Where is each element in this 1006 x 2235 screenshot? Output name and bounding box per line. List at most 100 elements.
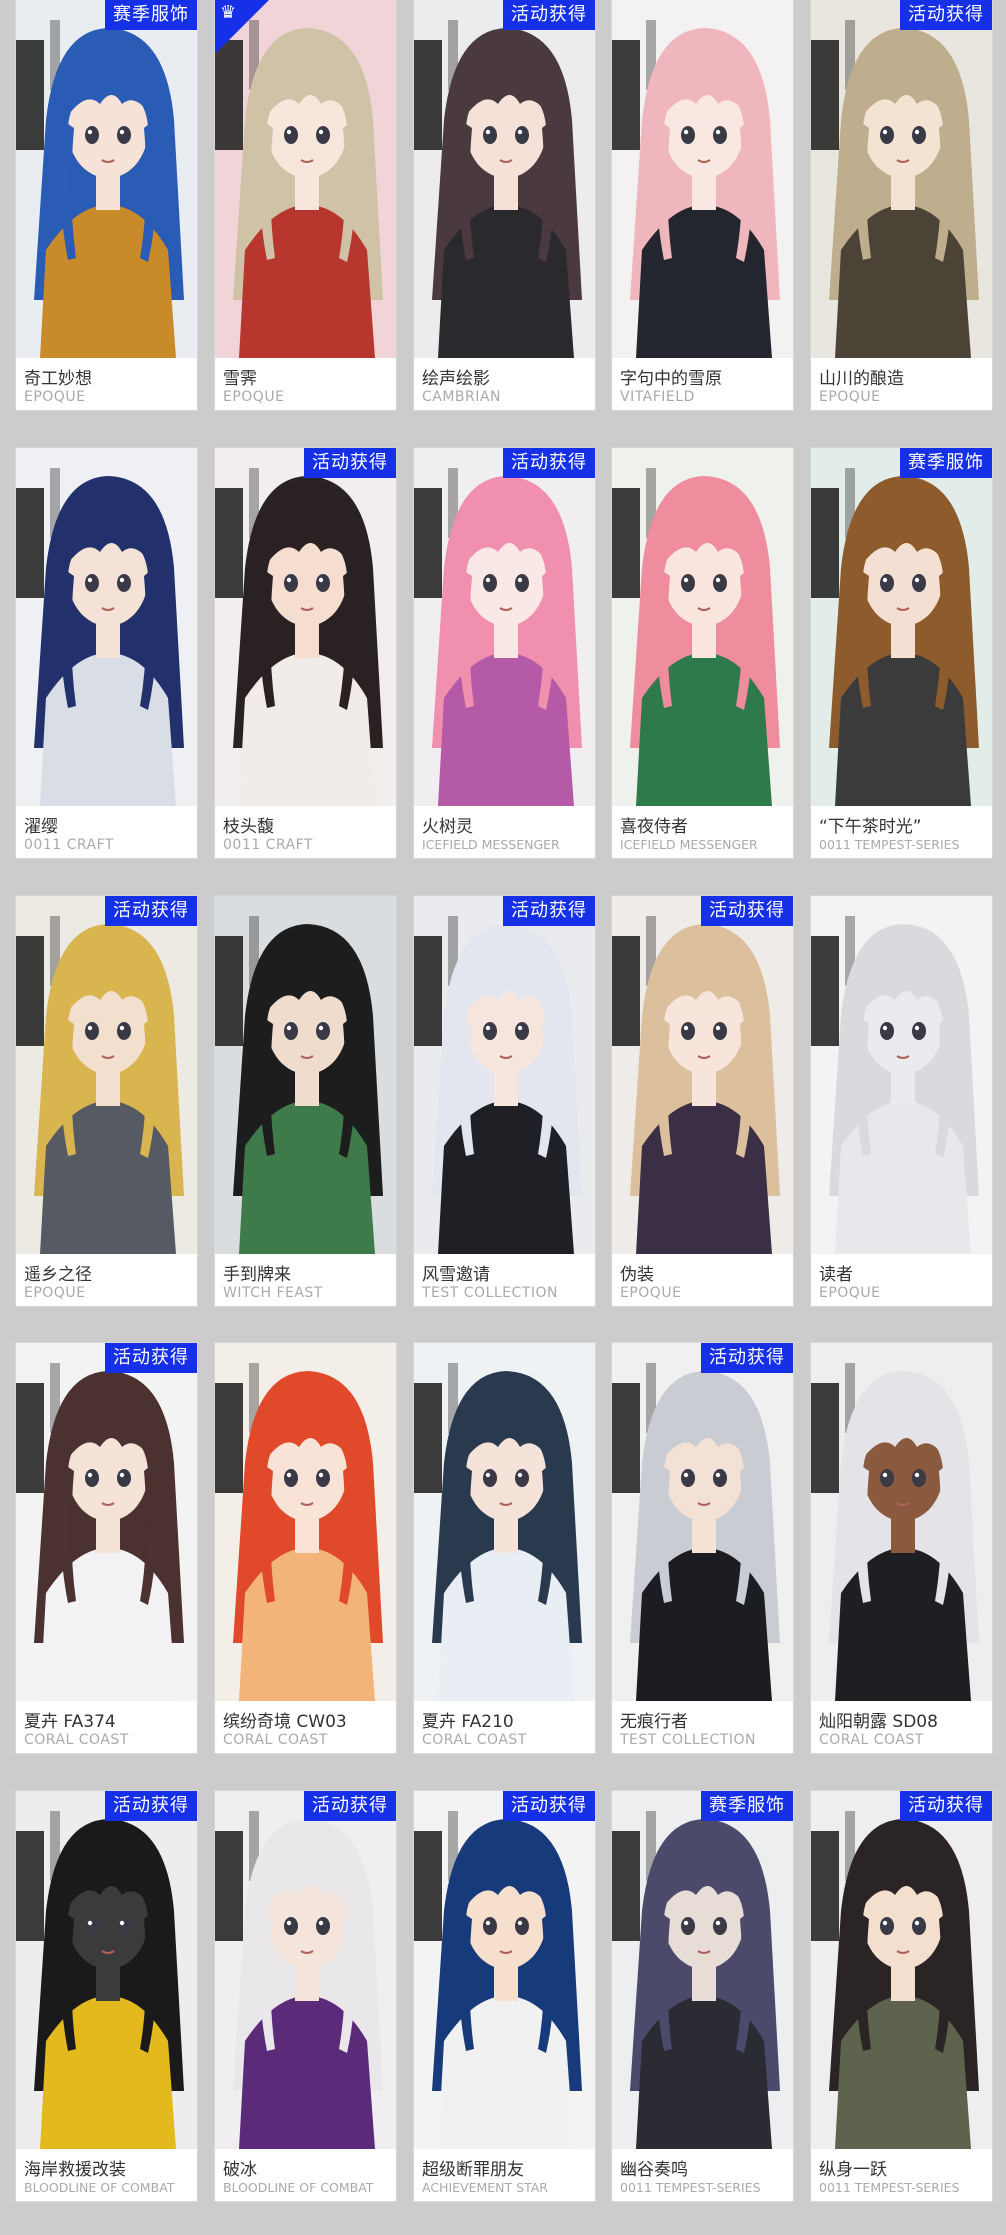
skin-name: 遥乡之径 [24, 1265, 92, 1285]
skin-card[interactable]: 濯缨 0011 CRAFT [16, 448, 197, 858]
skin-name: 枝头馥 [223, 817, 274, 837]
source-badge: 活动获得 [503, 448, 595, 478]
skin-series-label: 0011 TEMPEST-SERIES [819, 837, 960, 852]
character-portrait [612, 0, 793, 358]
skin-card[interactable]: 活动获得无痕行者 TEST COLLECTION [612, 1343, 793, 1753]
skin-name: “下午茶时光” [819, 817, 922, 837]
skin-artwork-image [16, 0, 197, 358]
skin-series-label: EPOQUE [620, 1285, 682, 1301]
skin-card[interactable]: 活动获得 纵身一跃 0011 TEMPEST-SERIES [811, 1791, 992, 2201]
source-badge: 活动获得 [900, 1791, 992, 1821]
skin-card[interactable]: 读者 EPOQUE [811, 896, 992, 1306]
skin-card[interactable]: 字句中的雪原 VITAFIELD [612, 0, 793, 410]
skin-card[interactable]: 活动获得枝头馥 0011 CRAFT [215, 448, 396, 858]
skin-name: 伪装 [620, 1265, 654, 1285]
character-portrait [811, 1791, 992, 2149]
skin-name: 字句中的雪原 [620, 369, 722, 389]
character-portrait [811, 1343, 992, 1701]
skin-series-label: 0011 CRAFT [24, 837, 114, 853]
character-portrait [215, 448, 396, 806]
source-badge: 活动获得 [105, 1343, 197, 1373]
skin-series-label: EPOQUE [819, 389, 881, 405]
skin-card[interactable]: 赛季服饰 奇工妙想 EPOQUE [16, 0, 197, 410]
skin-name: 破冰 [223, 2160, 257, 2180]
source-badge: 赛季服饰 [900, 448, 992, 478]
skin-name: 火树灵 [422, 817, 473, 837]
skin-name: 绘声绘影 [422, 369, 490, 389]
crown-icon: ♛ [220, 2, 237, 23]
skin-card[interactable]: 活动获得 绘声绘影 CAMBRIAN [414, 0, 595, 410]
character-portrait [612, 448, 793, 806]
skin-name: 夏卉 FA374 [24, 1712, 116, 1732]
skin-card[interactable]: 缤纷奇境 CW03 CORAL COAST [215, 1343, 396, 1753]
character-portrait [16, 1791, 197, 2149]
skin-name: 海岸救援改装 [24, 2160, 126, 2180]
skin-series-label: EPOQUE [819, 1285, 881, 1301]
skin-card[interactable]: 活动获得夏卉 FA374 CORAL COAST [16, 1343, 197, 1753]
skin-artwork-image [612, 1343, 793, 1701]
skin-card[interactable]: 活动获得 伪装 EPOQUE [612, 896, 793, 1306]
skin-series-label: EPOQUE [24, 389, 86, 405]
skin-name: 无痕行者 [620, 1712, 688, 1732]
skin-artwork-image [16, 1343, 197, 1701]
skin-artwork-image [215, 448, 396, 806]
skin-name: 濯缨 [24, 817, 58, 837]
skin-name: 读者 [819, 1265, 853, 1285]
character-portrait [612, 896, 793, 1254]
skin-artwork-image [811, 1343, 992, 1701]
character-portrait [414, 1343, 595, 1701]
character-portrait [811, 0, 992, 358]
character-portrait [16, 1343, 197, 1701]
skin-artwork-image [414, 896, 595, 1254]
character-portrait [215, 1343, 396, 1701]
skin-series-label: CORAL COAST [819, 1732, 924, 1748]
character-portrait [811, 448, 992, 806]
source-badge: 活动获得 [701, 1343, 793, 1373]
skin-card[interactable]: 赛季服饰 幽谷奏鸣 0011 TEMPEST-SERIES [612, 1791, 793, 2201]
skin-artwork-image [811, 1791, 992, 2149]
skin-name: 幽谷奏鸣 [620, 2160, 688, 2180]
skin-card[interactable]: 活动获得 火树灵 ICEFIELD MESSENGER [414, 448, 595, 858]
skin-card[interactable]: ♛ 雪霁 EPOQUE [215, 0, 396, 410]
skin-artwork-image [16, 448, 197, 806]
character-portrait [811, 896, 992, 1254]
skin-card[interactable]: 夏卉 FA210 CORAL COAST [414, 1343, 595, 1753]
skin-artwork-image [16, 896, 197, 1254]
character-portrait [612, 1343, 793, 1701]
skin-series-label: TEST COLLECTION [620, 1732, 756, 1748]
source-badge: 活动获得 [900, 0, 992, 30]
skin-name: 雪霁 [223, 369, 257, 389]
character-portrait [414, 1791, 595, 2149]
skin-card[interactable]: 手到牌来 WITCH FEAST [215, 896, 396, 1306]
skin-card[interactable]: 活动获得 山川的酿造 EPOQUE [811, 0, 992, 410]
skin-card[interactable]: 赛季服饰 “下午茶时光” 0011 TEMPEST-SERIES [811, 448, 992, 858]
skin-artwork-image [215, 896, 396, 1254]
skin-card[interactable]: 灿阳朝露 SD08 CORAL COAST [811, 1343, 992, 1753]
character-portrait [16, 896, 197, 1254]
skin-card[interactable]: 活动获得 破冰 BLOODLINE OF COMBAT [215, 1791, 396, 2201]
skin-artwork-image [612, 448, 793, 806]
source-badge: 活动获得 [503, 0, 595, 30]
skin-series-label: CORAL COAST [24, 1732, 129, 1748]
skin-series-label: ICEFIELD MESSENGER [620, 837, 758, 852]
source-badge: 活动获得 [105, 896, 197, 926]
skin-series-label: 0011 CRAFT [223, 837, 313, 853]
skin-card[interactable]: 喜夜侍者 ICEFIELD MESSENGER [612, 448, 793, 858]
skin-series-label: CORAL COAST [422, 1732, 527, 1748]
character-portrait [215, 896, 396, 1254]
skin-name: 喜夜侍者 [620, 817, 688, 837]
skin-card[interactable]: 活动获得 遥乡之径 EPOQUE [16, 896, 197, 1306]
skin-series-label: VITAFIELD [620, 389, 695, 405]
skin-artwork-image [811, 448, 992, 806]
source-badge: 活动获得 [105, 1791, 197, 1821]
skin-card[interactable]: 活动获得 风雪邀请 TEST COLLECTION [414, 896, 595, 1306]
character-portrait [612, 1791, 793, 2149]
source-badge: 活动获得 [304, 448, 396, 478]
character-portrait [16, 448, 197, 806]
character-portrait [414, 0, 595, 358]
skin-artwork-image [612, 896, 793, 1254]
skin-card[interactable]: 活动获得 超级断罪朋友 ACHIEVEMENT STAR [414, 1791, 595, 2201]
skin-card[interactable]: 活动获得 海岸救援改装 BLOODLINE OF COMBAT [16, 1791, 197, 2201]
source-badge: 活动获得 [503, 896, 595, 926]
skin-name: 奇工妙想 [24, 369, 92, 389]
